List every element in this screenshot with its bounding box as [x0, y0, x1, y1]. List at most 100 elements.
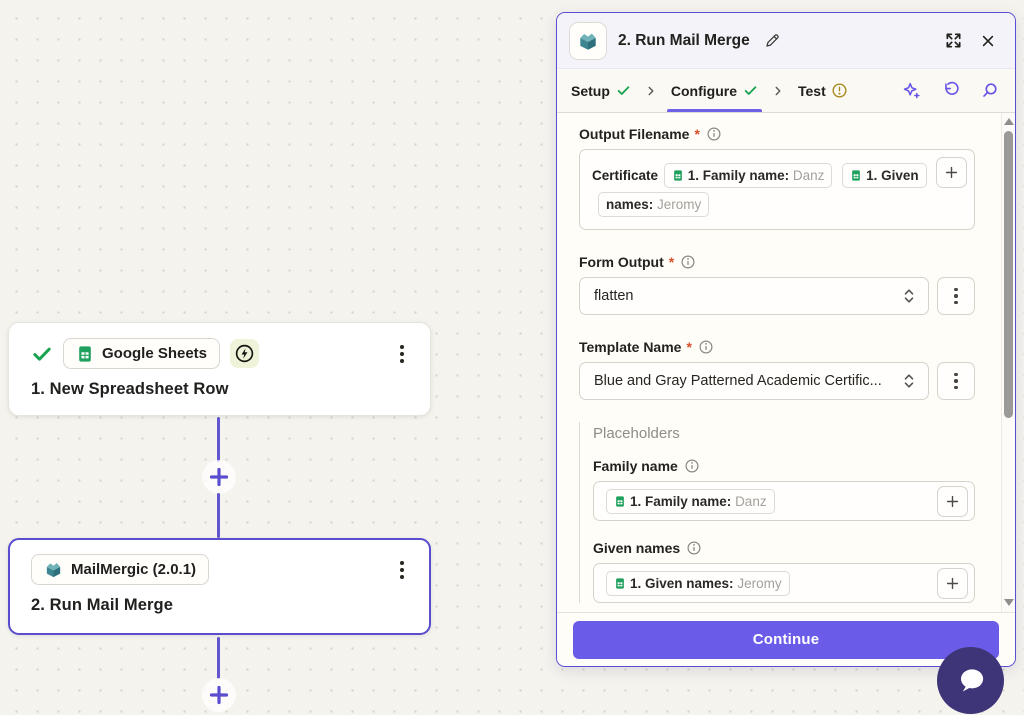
- app-pill-label: Google Sheets: [102, 345, 207, 362]
- info-icon[interactable]: [687, 541, 701, 555]
- plus-icon: [208, 466, 230, 488]
- app-icon-box: [569, 22, 607, 60]
- plus-icon: [945, 494, 960, 509]
- placeholders-group-label: Placeholders: [593, 425, 975, 442]
- step-title: 2. Run Mail Merge: [31, 596, 410, 615]
- token-text: Certificate: [592, 168, 658, 183]
- field-label-text: Output Filename: [579, 126, 689, 142]
- lightning-icon: [234, 343, 255, 364]
- add-step-button[interactable]: [204, 462, 234, 492]
- chip-value: Jeromy: [737, 576, 781, 591]
- insert-data-button[interactable]: [936, 157, 967, 188]
- ai-assist-button[interactable]: [900, 79, 923, 102]
- placeholders-group: Placeholders Family name 1. Family name:…: [579, 422, 975, 603]
- field-label-text: Template Name: [579, 339, 681, 355]
- select-value: flatten: [594, 288, 902, 304]
- step-number: 1.: [31, 380, 45, 398]
- search-icon: [980, 81, 999, 100]
- google-sheets-icon: [614, 495, 626, 508]
- chat-widget-button[interactable]: [937, 647, 1004, 714]
- form-output-label: Form Output *: [579, 254, 975, 270]
- form-output-select[interactable]: flatten: [579, 277, 929, 315]
- required-asterisk: *: [686, 339, 691, 355]
- step-menu-button[interactable]: [394, 341, 410, 367]
- required-asterisk: *: [694, 126, 699, 142]
- step-config-panel: 2. Run Mail Merge: [556, 12, 1016, 667]
- family-name-input[interactable]: 1. Family name: Danz: [593, 481, 975, 521]
- scroll-thumb[interactable]: [1004, 131, 1013, 418]
- form-output-menu-button[interactable]: [937, 277, 975, 315]
- panel-content: Output Filename * Certificate 1. Family …: [557, 113, 1001, 612]
- step-title: 1. New Spreadsheet Row: [31, 380, 410, 399]
- info-icon[interactable]: [699, 340, 713, 354]
- chip-label: 1. Family name:: [688, 168, 789, 183]
- search-button[interactable]: [978, 79, 1001, 102]
- connector-line: [217, 493, 220, 538]
- app-pill-google-sheets[interactable]: Google Sheets: [63, 338, 220, 369]
- connector-line: [217, 637, 220, 679]
- tab-setup[interactable]: Setup: [571, 69, 631, 112]
- mapped-field-chip[interactable]: 1. Family name: Danz: [606, 489, 775, 514]
- step-card-1[interactable]: Google Sheets 1. New Spreadsheet Row: [8, 322, 431, 416]
- google-sheets-icon: [614, 577, 626, 590]
- panel-scrollbar[interactable]: [1001, 113, 1015, 612]
- instant-trigger-badge: [230, 339, 259, 368]
- insert-data-button[interactable]: [937, 568, 968, 599]
- google-sheets-icon: [76, 345, 94, 363]
- rename-step-button[interactable]: [761, 29, 784, 52]
- scroll-up-arrow[interactable]: [1004, 118, 1014, 125]
- mapped-field-chip[interactable]: 1. Family name: Danz: [664, 163, 833, 188]
- plus-icon: [945, 576, 960, 591]
- step-title-text: New Spreadsheet Row: [50, 380, 229, 398]
- panel-header: 2. Run Mail Merge: [557, 13, 1015, 69]
- app-pill-mailmergic[interactable]: MailMergic (2.0.1): [31, 554, 209, 585]
- tab-configure[interactable]: Configure: [671, 69, 758, 112]
- info-icon[interactable]: [685, 459, 699, 473]
- success-check-icon: [31, 343, 53, 365]
- select-value: Blue and Gray Patterned Academic Certifi…: [594, 373, 902, 389]
- mailmergic-icon: [577, 30, 599, 52]
- chevron-right-icon: [772, 69, 784, 112]
- close-icon: [980, 33, 996, 49]
- select-chevrons-icon: [902, 287, 916, 305]
- template-name-select[interactable]: Blue and Gray Patterned Academic Certifi…: [579, 362, 929, 400]
- pencil-icon: [764, 32, 781, 49]
- chat-bubble-icon: [952, 662, 990, 700]
- expand-panel-button[interactable]: [941, 28, 966, 53]
- tab-label: Setup: [571, 83, 610, 99]
- field-label-text: Family name: [593, 458, 678, 474]
- close-panel-button[interactable]: [977, 30, 999, 52]
- tab-test[interactable]: Test: [798, 69, 847, 112]
- chip-label: 1. Family name:: [630, 494, 731, 509]
- step-menu-button[interactable]: [394, 557, 410, 583]
- check-icon: [616, 83, 631, 98]
- continue-button[interactable]: Continue: [573, 621, 999, 659]
- step-number: 2.: [31, 596, 45, 614]
- given-names-input[interactable]: 1. Given names: Jeromy: [593, 563, 975, 603]
- scroll-down-arrow[interactable]: [1004, 599, 1014, 606]
- warning-icon: [832, 83, 847, 98]
- info-icon[interactable]: [681, 255, 695, 269]
- template-name-menu-button[interactable]: [937, 362, 975, 400]
- mailmergic-icon: [44, 560, 63, 579]
- plus-icon: [944, 165, 959, 180]
- insert-data-button[interactable]: [937, 486, 968, 517]
- family-name-label: Family name: [593, 458, 975, 474]
- panel-tabs: Setup Configure Test: [557, 69, 1015, 113]
- output-filename-label: Output Filename *: [579, 126, 975, 142]
- tab-label: Configure: [671, 83, 737, 99]
- google-sheets-icon: [672, 169, 684, 182]
- chip-label: 1. Given names:: [630, 576, 734, 591]
- plus-icon: [208, 684, 230, 706]
- mapped-field-chip[interactable]: 1. Given names: Jeromy: [606, 571, 790, 596]
- panel-body: Output Filename * Certificate 1. Family …: [557, 113, 1015, 612]
- field-label-text: Form Output: [579, 254, 664, 270]
- chip-value: Danz: [735, 494, 767, 509]
- chevron-right-icon: [645, 69, 657, 112]
- output-filename-input[interactable]: Certificate 1. Family name: Danz 1. Give…: [579, 149, 975, 230]
- step-card-2[interactable]: MailMergic (2.0.1) 2. Run Mail Merge: [8, 538, 431, 635]
- google-sheets-icon: [850, 169, 862, 182]
- refresh-button[interactable]: [939, 79, 962, 102]
- info-icon[interactable]: [707, 127, 721, 141]
- add-step-button[interactable]: [204, 680, 234, 710]
